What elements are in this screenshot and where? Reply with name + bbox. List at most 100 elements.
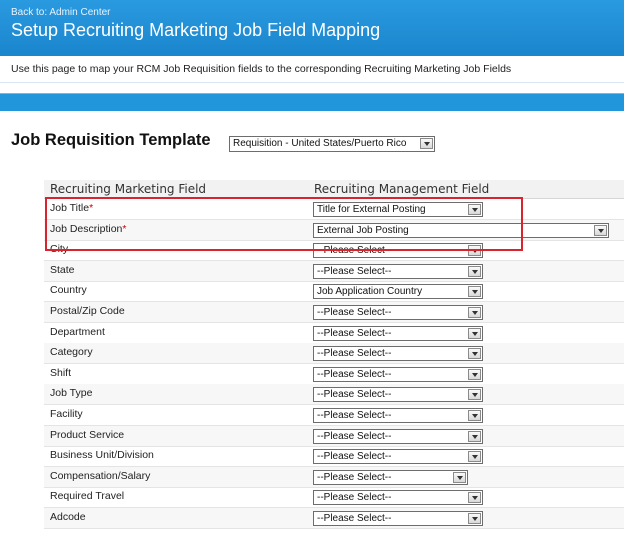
- management-field-select[interactable]: --Please Select--: [313, 346, 483, 362]
- chevron-down-icon[interactable]: [468, 348, 481, 360]
- field-label: Country: [50, 284, 87, 296]
- field-label-text: State: [50, 263, 75, 276]
- management-field-value: --Please Select--: [317, 245, 392, 257]
- column-header-management-field: Recruiting Management Field: [314, 182, 490, 196]
- chevron-down-icon[interactable]: [453, 471, 466, 483]
- table-row: Adcode --Please Select--: [44, 508, 624, 529]
- field-label-text: Shift: [50, 366, 72, 379]
- management-field-select[interactable]: --Please Select--: [313, 511, 483, 526]
- chevron-down-icon[interactable]: [468, 513, 481, 524]
- field-label-text: Product Service: [50, 428, 125, 441]
- table-row: Category --Please Select--: [44, 343, 624, 365]
- management-field-value: Title for External Posting: [317, 204, 426, 215]
- chevron-down-icon[interactable]: [468, 492, 481, 504]
- required-marker: *: [89, 202, 94, 214]
- table-row: Postal/Zip Code --Please Select--: [44, 302, 624, 323]
- management-field-select[interactable]: --Please Select--: [313, 449, 483, 465]
- field-label: Department: [50, 326, 105, 338]
- chevron-down-icon[interactable]: [468, 307, 481, 318]
- page-title: Setup Recruiting Marketing Job Field Map…: [11, 20, 381, 40]
- field-label: State: [50, 264, 75, 276]
- required-marker: *: [122, 222, 127, 235]
- management-field-select[interactable]: Job Application Country: [313, 284, 483, 300]
- table-row: Job Title* Title for External Posting: [44, 199, 624, 220]
- chevron-down-icon[interactable]: [468, 430, 481, 442]
- management-field-value: --Please Select--: [317, 471, 392, 483]
- field-label: City: [50, 243, 68, 255]
- field-label-text: Facility: [50, 408, 83, 420]
- chevron-down-icon[interactable]: [594, 224, 607, 236]
- chevron-down-icon[interactable]: [468, 410, 481, 421]
- chevron-down-icon[interactable]: [468, 245, 481, 257]
- column-header-marketing-field: Recruiting Marketing Field: [50, 182, 207, 196]
- management-field-value: Job Application Country: [317, 286, 423, 298]
- field-label: Facility: [50, 408, 83, 420]
- chevron-down-icon[interactable]: [468, 451, 481, 463]
- field-label: Category: [50, 346, 93, 358]
- chevron-down-icon[interactable]: [420, 138, 433, 149]
- management-field-select[interactable]: --Please Select--: [313, 263, 483, 279]
- chevron-down-icon[interactable]: [468, 204, 481, 215]
- table-row: Job Description* External Job Posting: [44, 219, 624, 241]
- field-label: Required Travel: [50, 490, 124, 502]
- management-field-value: --Please Select--: [317, 513, 392, 524]
- field-label-text: Job Title: [50, 202, 90, 214]
- chevron-down-icon[interactable]: [468, 286, 481, 298]
- management-field-select[interactable]: --Please Select--: [313, 366, 483, 382]
- field-label: Shift: [50, 367, 71, 379]
- field-label-text: Job Type: [50, 387, 93, 400]
- table-row: Department --Please Select--: [44, 323, 624, 344]
- field-label-text: Country: [50, 284, 87, 297]
- table-row: Product Service --Please Select--: [44, 425, 624, 447]
- field-label: Adcode: [50, 511, 86, 523]
- management-field-select[interactable]: --Please Select--: [313, 305, 483, 320]
- management-field-value: --Please Select--: [317, 492, 392, 504]
- field-label-text: Required Travel: [50, 490, 125, 503]
- table-row: State --Please Select--: [44, 260, 624, 282]
- field-label: Product Service: [50, 429, 124, 441]
- management-field-select[interactable]: Title for External Posting: [313, 202, 483, 217]
- field-label: Job Type: [50, 387, 92, 399]
- management-field-select[interactable]: --Please Select--: [313, 428, 483, 444]
- management-field-select[interactable]: --Please Select--: [313, 408, 483, 423]
- field-label-text: Compensation/Salary: [50, 469, 151, 482]
- chevron-down-icon[interactable]: [468, 368, 481, 380]
- table-row: Business Unit/Division --Please Select--: [44, 446, 624, 468]
- table-row: Shift --Please Select--: [44, 364, 624, 385]
- field-label-text: Department: [50, 325, 105, 338]
- field-label-text: City: [50, 243, 69, 256]
- management-field-value: --Please Select--: [317, 265, 392, 277]
- field-label: Job Title*: [50, 202, 93, 214]
- field-label: Postal/Zip Code: [50, 305, 125, 317]
- template-label: Job Requisition Template: [11, 131, 211, 149]
- back-to-admin-center-link[interactable]: Back to: Admin Center: [11, 7, 111, 18]
- management-field-value: --Please Select--: [317, 348, 392, 360]
- management-field-value: --Please Select--: [317, 430, 392, 442]
- management-field-select[interactable]: --Please Select--: [313, 469, 468, 485]
- table-row: Facility --Please Select--: [44, 405, 624, 426]
- management-field-select[interactable]: --Please Select--: [313, 490, 483, 506]
- field-label-text: Category: [50, 346, 93, 359]
- management-field-select[interactable]: External Job Posting: [313, 222, 609, 238]
- table-header: Recruiting Marketing Field Recruiting Ma…: [44, 180, 624, 199]
- management-field-select[interactable]: --Please Select--: [313, 387, 483, 403]
- template-select[interactable]: Requisition - United States/Puerto Rico: [229, 136, 435, 152]
- management-field-value: --Please Select--: [317, 368, 392, 380]
- management-field-select[interactable]: --Please Select--: [313, 243, 483, 259]
- chevron-down-icon[interactable]: [468, 389, 481, 401]
- chevron-down-icon[interactable]: [468, 265, 481, 277]
- table-row: City --Please Select--: [44, 240, 624, 262]
- management-field-select[interactable]: --Please Select--: [313, 325, 483, 341]
- management-field-value: --Please Select--: [317, 327, 392, 339]
- chevron-down-icon[interactable]: [468, 327, 481, 339]
- management-field-value: --Please Select--: [317, 410, 392, 421]
- table-row: Compensation/Salary --Please Select--: [44, 466, 624, 488]
- page-description: Use this page to map your RCM Job Requis…: [11, 63, 512, 75]
- field-label: Compensation/Salary: [50, 470, 150, 482]
- table-row: Country Job Application Country: [44, 281, 624, 303]
- management-field-value: --Please Select--: [317, 307, 392, 318]
- field-mapping-table: Recruiting Marketing Field Recruiting Ma…: [44, 180, 624, 535]
- field-label-text: Job Description: [50, 222, 123, 235]
- field-label-text: Business Unit/Division: [50, 449, 154, 462]
- description-bar: Use this page to map your RCM Job Requis…: [0, 56, 624, 83]
